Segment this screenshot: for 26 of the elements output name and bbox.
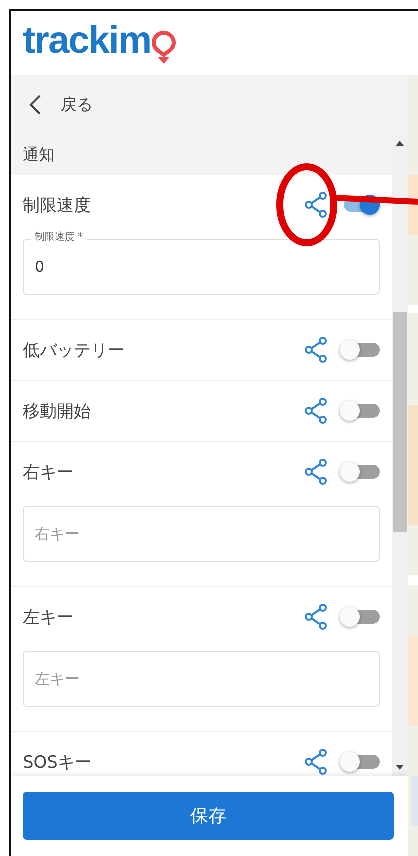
notification-label: 移動開始 [23, 400, 92, 422]
notification-label: 制限速度 [23, 194, 92, 216]
notification-label: 左キー [23, 606, 75, 628]
toggle-switch[interactable] [340, 460, 380, 484]
logo-text: trackim [23, 19, 152, 63]
map-pin-icon [152, 31, 176, 65]
notification-label: 右キー [23, 462, 75, 484]
toggle-switch[interactable] [340, 338, 380, 362]
input-field[interactable]: 右キー [23, 506, 380, 562]
share-icon[interactable] [304, 337, 328, 363]
section-header: 通知 [11, 135, 392, 175]
input-field[interactable]: 左キー [23, 651, 380, 707]
share-icon[interactable] [304, 459, 328, 485]
toggle-switch[interactable] [340, 399, 380, 423]
chevron-left-icon [27, 94, 43, 116]
scrollbar[interactable] [392, 135, 408, 776]
save-button[interactable]: 保存 [23, 792, 394, 840]
notification-label: 低バッテリー [23, 340, 126, 362]
toggle-switch[interactable] [340, 750, 380, 774]
share-icon[interactable] [304, 398, 328, 424]
share-icon[interactable] [304, 604, 328, 630]
share-icon[interactable] [304, 749, 328, 775]
share-icon[interactable] [304, 192, 328, 218]
toggle-switch[interactable] [340, 605, 380, 629]
notification-label: SOSキー [23, 752, 93, 774]
back-button[interactable]: 戻る [11, 75, 408, 135]
